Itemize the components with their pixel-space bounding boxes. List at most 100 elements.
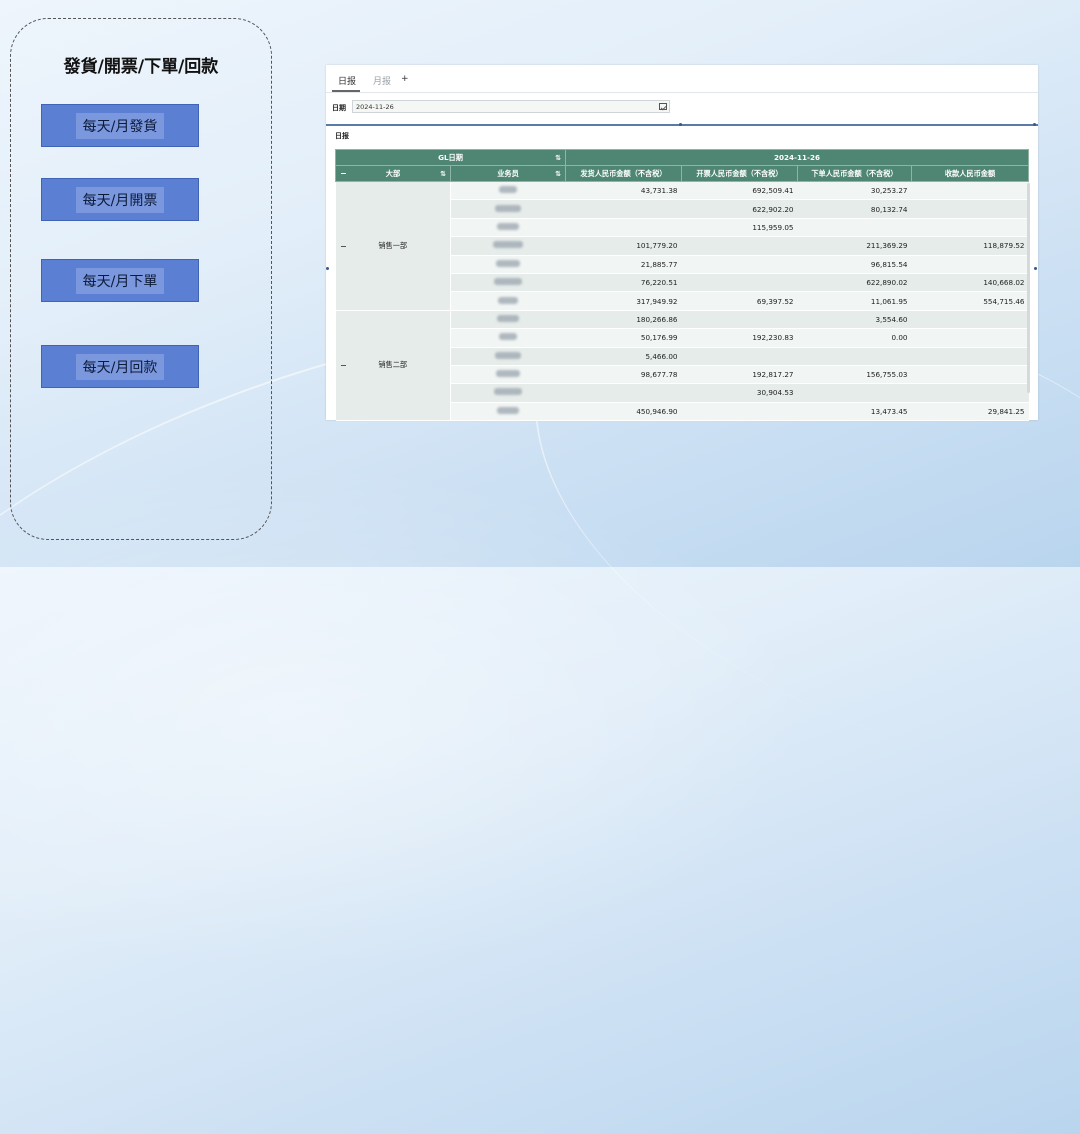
gl-date-label: GL日期 (438, 152, 463, 162)
salesperson-header[interactable]: 业务员 ⇅ (450, 165, 566, 182)
order-amount-header[interactable]: 下单人民币金额（不含税） (797, 165, 912, 182)
amount-cell: 98,677.78 (565, 365, 682, 385)
button-label: 每天/月開票 (75, 186, 165, 213)
amount-cell: 21,885.77 (565, 255, 682, 274)
salesperson-cell (450, 236, 566, 256)
button-label: 每天/月下單 (75, 267, 165, 294)
redacted-name (499, 186, 518, 194)
dept-name: 销售一部 (378, 240, 408, 250)
resize-handle[interactable] (1034, 267, 1037, 270)
amount-cell: 622,890.02 (797, 273, 912, 293)
amount-cell (797, 347, 912, 366)
salesperson-cell (450, 199, 566, 219)
amount-cell (911, 255, 1029, 274)
daily-monthly-order-button[interactable]: 每天/月下單 (41, 259, 199, 302)
amount-cell (681, 255, 798, 274)
amount-cell (911, 199, 1029, 219)
redacted-name (495, 351, 522, 359)
amount-cell (911, 365, 1029, 385)
amount-cell: 3,554.60 (797, 310, 912, 330)
amount-cell: 5,466.00 (565, 347, 682, 366)
redacted-name (495, 204, 522, 212)
calendar-icon[interactable] (659, 103, 667, 110)
daily-monthly-invoice-button[interactable]: 每天/月開票 (41, 178, 199, 221)
payment-amount-header[interactable]: 收款人民币金额 (911, 165, 1029, 182)
amount-cell: 192,817.27 (681, 365, 798, 385)
amount-cell: 101,779.20 (565, 236, 682, 256)
add-tab-button[interactable]: + (401, 74, 409, 84)
date-filter-label: 日期 (332, 104, 346, 112)
amount-cell: 11,061.95 (797, 291, 912, 311)
report-section-title: 日报 (335, 132, 349, 140)
amount-cell (911, 218, 1029, 238)
report-table: GL日期 ⇅ 2024-11-26 大部 ⇅ 业务员 ⇅ 发货人民币金额（不含税… (335, 149, 1029, 422)
date-column-header: 2024-11-26 (565, 149, 1029, 166)
table-row: 销售二部 180,266.86 3,554.60 (335, 310, 1029, 422)
amount-cell: 140,668.02 (911, 273, 1029, 293)
redacted-name (496, 370, 521, 378)
redacted-name (496, 259, 521, 267)
table-row: 销售一部 43,731.38 692,509.41 30,253.27 (335, 181, 1029, 311)
amount-cell: 554,715.46 (911, 291, 1029, 311)
tab-daily[interactable]: 日报 (338, 74, 356, 87)
salesperson-cell (450, 402, 566, 422)
resize-handle[interactable] (679, 123, 682, 126)
amount-cell (681, 347, 798, 366)
salesperson-cell (450, 273, 566, 293)
amount-cell: 69,397.52 (681, 291, 798, 311)
daily-monthly-payment-button[interactable]: 每天/月回款 (41, 345, 199, 388)
amount-cell: 622,902.20 (681, 199, 798, 219)
amount-cell: 43,731.38 (565, 181, 682, 201)
date-value: 2024-11-26 (356, 103, 394, 111)
collapse-icon[interactable] (341, 173, 346, 174)
amount-cell: 96,815.54 (797, 255, 912, 274)
amount-cell: 317,949.92 (565, 291, 682, 311)
invoice-amount-header[interactable]: 开票人民币金额（不含税） (681, 165, 798, 182)
button-label: 每天/月回款 (75, 353, 165, 380)
amount-cell (565, 383, 682, 403)
amount-cell: 118,879.52 (911, 236, 1029, 256)
amount-cell: 692,509.41 (681, 181, 798, 201)
sort-icon[interactable]: ⇅ (555, 154, 561, 162)
redacted-name (498, 296, 519, 304)
salesperson-cell (450, 328, 566, 348)
amount-cell: 30,253.27 (797, 181, 912, 201)
amount-cell (565, 199, 682, 219)
redacted-name (497, 406, 520, 414)
tab-monthly[interactable]: 月报 (373, 74, 391, 87)
salesperson-cell (450, 255, 566, 274)
collapse-icon[interactable] (340, 365, 346, 367)
salesperson-cell (450, 218, 566, 238)
amount-cell: 0.00 (797, 328, 912, 348)
resize-handle[interactable] (1033, 123, 1036, 126)
shipment-amount-header[interactable]: 发货人民币金额（不含税） (565, 165, 682, 182)
amount-cell: 50,176.99 (565, 328, 682, 348)
amount-cell: 180,266.86 (565, 310, 682, 330)
report-window: 日报 月报 + 日期 2024-11-26 日报 GL日期 ⇅ 2024-11-… (326, 65, 1038, 422)
sort-icon[interactable]: ⇅ (440, 170, 446, 178)
amount-cell (681, 273, 798, 293)
salesperson-cell (450, 383, 566, 403)
redacted-name (494, 278, 523, 286)
date-input[interactable]: 2024-11-26 (352, 100, 670, 113)
resize-handle[interactable] (326, 267, 329, 270)
daily-monthly-shipment-button[interactable]: 每天/月發貨 (41, 104, 199, 147)
gl-date-header[interactable]: GL日期 ⇅ (335, 149, 566, 166)
amount-cell (911, 181, 1029, 201)
amount-cell: 76,220.51 (565, 273, 682, 293)
dept-header[interactable]: 大部 ⇅ (335, 165, 451, 182)
button-label: 每天/月發貨 (75, 112, 165, 139)
sort-icon[interactable]: ⇅ (555, 170, 561, 178)
scrollbar[interactable] (1027, 183, 1030, 393)
amount-cell (797, 383, 912, 403)
dept-name: 销售二部 (378, 360, 408, 370)
amount-cell: 156,755.03 (797, 365, 912, 385)
panel-title: 發貨/開票/下單/回款 (63, 57, 219, 77)
salesperson-header-label: 业务员 (497, 168, 519, 178)
salesperson-cell (450, 347, 566, 366)
amount-cell (911, 347, 1029, 366)
collapse-icon[interactable] (340, 245, 346, 247)
redacted-name (494, 388, 523, 396)
active-tab-indicator (332, 90, 360, 92)
amount-cell: 211,369.29 (797, 236, 912, 256)
